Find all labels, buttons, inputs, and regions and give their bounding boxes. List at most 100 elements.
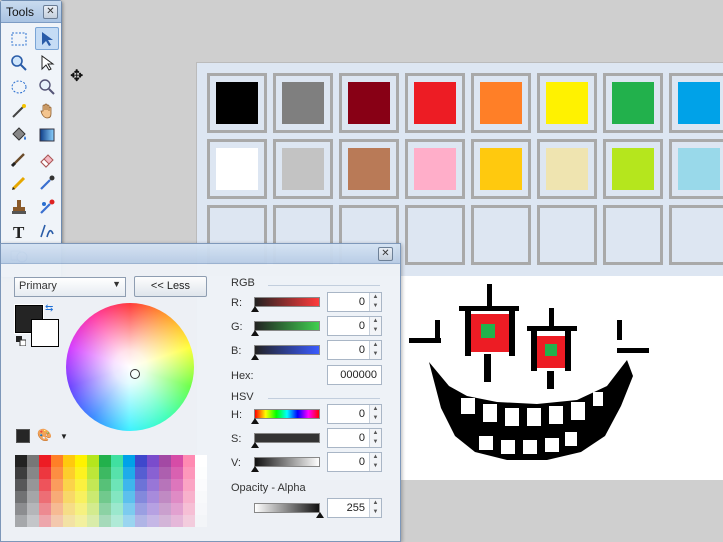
palette-color[interactable] — [171, 479, 183, 491]
palette-color[interactable] — [15, 455, 27, 467]
canvas-swatch[interactable] — [405, 205, 465, 265]
palette-color[interactable] — [183, 503, 195, 515]
h-input[interactable]: 0 ▲ ▼ — [327, 404, 382, 424]
palette-color[interactable] — [99, 503, 111, 515]
zoom-magnifier-tool[interactable] — [35, 75, 59, 98]
palette-color[interactable] — [63, 479, 75, 491]
palette-color[interactable] — [123, 479, 135, 491]
palette-color[interactable] — [135, 479, 147, 491]
palette-color[interactable] — [195, 515, 207, 527]
palette-color[interactable] — [111, 515, 123, 527]
palette-color[interactable] — [51, 467, 63, 479]
palette-menu-icon[interactable]: 🎨 — [37, 428, 52, 442]
canvas-swatch[interactable] — [273, 73, 333, 133]
palette-color[interactable] — [39, 515, 51, 527]
palette-color[interactable] — [39, 479, 51, 491]
palette-color[interactable] — [195, 491, 207, 503]
palette-color[interactable] — [63, 455, 75, 467]
palette-color[interactable] — [51, 515, 63, 527]
move-selection-tool[interactable] — [35, 27, 59, 50]
s-slider-thumb[interactable] — [251, 442, 259, 448]
color-mode-select[interactable]: Primary ▼ — [14, 277, 126, 297]
canvas-swatch[interactable] — [339, 73, 399, 133]
canvas-swatch[interactable] — [339, 139, 399, 199]
palette-color[interactable] — [63, 503, 75, 515]
palette-color[interactable] — [27, 515, 39, 527]
palette-color[interactable] — [87, 491, 99, 503]
pan-hand-tool[interactable] — [35, 99, 59, 122]
g-input[interactable]: 0 ▲ ▼ — [327, 316, 382, 336]
reset-colors-icon[interactable] — [16, 335, 27, 347]
palette-color[interactable] — [75, 479, 87, 491]
palette-color[interactable] — [195, 467, 207, 479]
palette-color[interactable] — [15, 479, 27, 491]
g-slider[interactable] — [254, 321, 320, 331]
b-input[interactable]: 0 ▲ ▼ — [327, 340, 382, 360]
palette-color[interactable] — [51, 491, 63, 503]
canvas-swatch[interactable] — [537, 205, 597, 265]
palette-color[interactable] — [159, 455, 171, 467]
palette-color[interactable] — [123, 455, 135, 467]
palette-color[interactable] — [135, 515, 147, 527]
alpha-slider[interactable] — [254, 503, 320, 513]
palette-color[interactable] — [63, 515, 75, 527]
alpha-input[interactable]: 255 ▲ ▼ — [327, 498, 382, 518]
palette-color[interactable] — [195, 455, 207, 467]
v-spin-arrows[interactable]: ▲ ▼ — [369, 453, 381, 471]
h-slider[interactable] — [254, 409, 320, 419]
palette-color[interactable] — [183, 467, 195, 479]
move-selected-tool[interactable] — [35, 51, 59, 74]
palette-color[interactable] — [135, 455, 147, 467]
palette-color[interactable] — [99, 515, 111, 527]
alpha-slider-thumb[interactable] — [316, 512, 324, 518]
palette-color[interactable] — [159, 503, 171, 515]
palette-color[interactable] — [75, 503, 87, 515]
palette-color[interactable] — [159, 479, 171, 491]
s-input[interactable]: 0 ▲ ▼ — [327, 428, 382, 448]
v-slider-thumb[interactable] — [251, 466, 259, 472]
palette-color[interactable] — [87, 455, 99, 467]
zoom-tool[interactable] — [7, 51, 31, 74]
canvas-swatch[interactable] — [669, 73, 723, 133]
palette-color[interactable] — [147, 479, 159, 491]
palette-color[interactable] — [147, 455, 159, 467]
palette-color[interactable] — [159, 515, 171, 527]
pencil-tool[interactable] — [7, 171, 31, 194]
less-button[interactable]: << Less — [134, 276, 207, 297]
palette-color[interactable] — [75, 455, 87, 467]
tools-close-button[interactable]: ✕ — [43, 4, 58, 19]
color-wheel[interactable] — [66, 303, 194, 431]
palette-color[interactable] — [39, 467, 51, 479]
r-input[interactable]: 0 ▲ ▼ — [327, 292, 382, 312]
palette-color[interactable] — [135, 491, 147, 503]
colors-titlebar[interactable]: ✕ — [1, 244, 400, 264]
palette-color[interactable] — [63, 491, 75, 503]
palette-color[interactable] — [27, 455, 39, 467]
b-slider-thumb[interactable] — [251, 354, 259, 360]
rectangle-select-tool[interactable] — [7, 27, 31, 50]
palette-color[interactable] — [123, 467, 135, 479]
tools-window[interactable]: Tools ✕ T — [0, 0, 62, 278]
palette-color[interactable] — [51, 455, 63, 467]
palette-color[interactable] — [183, 491, 195, 503]
canvas-swatch[interactable] — [669, 205, 723, 265]
h-slider-thumb[interactable] — [251, 418, 259, 424]
palette-color[interactable] — [147, 515, 159, 527]
clone-stamp-tool[interactable] — [7, 195, 31, 218]
canvas-swatch[interactable] — [207, 73, 267, 133]
palette-color[interactable] — [87, 515, 99, 527]
h-spin-arrows[interactable]: ▲ ▼ — [369, 405, 381, 423]
palette-color[interactable] — [99, 479, 111, 491]
palette-color[interactable] — [87, 503, 99, 515]
palette-color[interactable] — [99, 455, 111, 467]
canvas-swatch[interactable] — [273, 139, 333, 199]
palette-color[interactable] — [123, 491, 135, 503]
line-curve-tool[interactable] — [35, 219, 59, 242]
palette-color[interactable] — [27, 479, 39, 491]
palette-color[interactable] — [15, 467, 27, 479]
canvas-swatch[interactable] — [207, 139, 267, 199]
r-slider[interactable] — [254, 297, 320, 307]
palette-color[interactable] — [63, 467, 75, 479]
palette-color[interactable] — [147, 503, 159, 515]
canvas-swatch[interactable] — [603, 205, 663, 265]
